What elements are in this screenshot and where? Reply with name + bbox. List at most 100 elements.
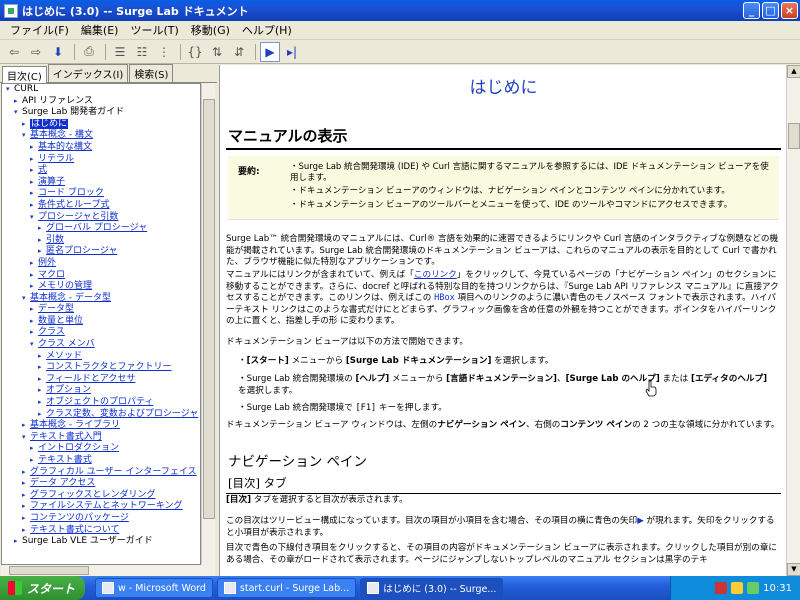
content-vertical-scrollbar[interactable]: ▲ ▼ [786, 65, 800, 576]
task-word[interactable]: w - Microsoft Word [95, 578, 213, 598]
tree-item-label[interactable]: 演算子 [38, 177, 65, 187]
close-icon[interactable]: × [781, 2, 798, 19]
tree-item-label[interactable]: 条件式とループ式 [38, 200, 109, 210]
tree-item-label[interactable]: 基本概念 - ライブラリ [30, 420, 120, 430]
tree-item[interactable]: ▸ テキスト書式について [2, 525, 200, 537]
scroll-down-icon[interactable]: ▼ [787, 563, 800, 576]
collapse-arrow-icon[interactable]: ▸ [22, 490, 30, 502]
tree-item-label[interactable]: オプション [46, 385, 91, 395]
tree-item-label[interactable]: グローバル プロシージャ [46, 223, 147, 233]
title-bar[interactable]: はじめに (3.0) -- Surge Lab ドキュメント _ □ × [0, 0, 800, 21]
tree-item[interactable]: ▸ 例外 [2, 258, 200, 270]
tree-item[interactable]: ▸ 条件式とループ式 [2, 200, 200, 212]
tree-item-label[interactable]: オブジェクトのプロパティ [46, 397, 153, 407]
expand-arrow-icon[interactable]: ▾ [22, 293, 30, 305]
step-icon[interactable]: ▸| [282, 42, 302, 62]
hbox-docref-link[interactable]: HBox [434, 293, 455, 303]
tree-item-label[interactable]: CURL [14, 84, 38, 94]
tree-item-label[interactable]: コード ブロック [38, 188, 104, 198]
collapse-arrow-icon[interactable]: ▸ [30, 327, 38, 339]
tray-volume-icon[interactable] [747, 582, 760, 594]
tree-item[interactable]: ▸ 数量と単位 [2, 316, 200, 328]
tree-item[interactable]: ▾ CURL [2, 84, 200, 96]
tree-item-label[interactable]: テキスト書式入門 [30, 432, 102, 442]
collapse-arrow-icon[interactable]: ▸ [30, 142, 38, 154]
collapse-arrow-icon[interactable]: ▸ [38, 409, 46, 421]
home-icon[interactable]: ⬇ [48, 42, 68, 62]
tree-item-label[interactable]: リテラル [38, 154, 74, 164]
tree-item[interactable]: ▸ 式 [2, 165, 200, 177]
tree-item[interactable]: ▸ メモリの管理 [2, 281, 200, 293]
tree-item-label[interactable]: 基本的な構文 [38, 142, 92, 152]
tree-item-label[interactable]: メソッド [46, 351, 82, 361]
tree-item[interactable]: ▾ クラス メンバ [2, 339, 200, 351]
tree-item-label[interactable]: Surge Lab VLE ユーザーガイド [22, 536, 153, 546]
sort-az-icon[interactable]: ⇵ [229, 42, 249, 62]
tree-item[interactable]: ▸ コンストラクタとファクトリー [2, 362, 200, 374]
expand-arrow-icon[interactable]: ▾ [14, 107, 22, 119]
collapse-arrow-icon[interactable]: ▸ [30, 281, 38, 293]
tree-item-label[interactable]: 匿名プロシージャ [46, 246, 117, 256]
collapse-arrow-icon[interactable]: ▸ [22, 513, 30, 525]
tree-item[interactable]: ▸ データ アクセス [2, 478, 200, 490]
scrollbar-thumb[interactable] [203, 99, 215, 519]
clock[interactable]: 10:31 [763, 583, 792, 594]
tree-item[interactable]: ▸ 演算子 [2, 177, 200, 189]
collapse-arrow-icon[interactable]: ▸ [30, 165, 38, 177]
play-icon[interactable]: ▶ [260, 41, 280, 62]
collapse-arrow-icon[interactable]: ▸ [30, 200, 38, 212]
tree-item-label[interactable]: クラス定数、変数およびプロシージャ [46, 409, 198, 419]
collapse-arrow-icon[interactable]: ▸ [38, 385, 46, 397]
nav-vertical-scrollbar[interactable] [201, 83, 215, 565]
tab-index[interactable]: インデックス(I) [47, 64, 129, 82]
print-icon[interactable]: ⎙ [79, 42, 99, 62]
tree-item-label[interactable]: イントロダクション [38, 443, 119, 453]
task-documentation[interactable]: はじめに (3.0) -- Surge... [360, 578, 504, 598]
tree-item-label[interactable]: データ アクセス [30, 478, 95, 488]
tree-item-label[interactable]: 引数 [46, 235, 64, 245]
tree-item-label[interactable]: 式 [38, 165, 47, 175]
collapse-arrow-icon[interactable]: ▸ [14, 96, 22, 108]
menu-file[interactable]: ファイル(F) [4, 22, 75, 38]
tree-item[interactable]: ▾ 基本概念 - データ型 [2, 293, 200, 305]
tree-item[interactable]: ▸ 引数 [2, 235, 200, 247]
nav-horizontal-scrollbar[interactable] [1, 565, 215, 576]
collapse-arrow-icon[interactable]: ▸ [22, 119, 30, 131]
collapse-arrow-icon[interactable]: ▸ [14, 536, 22, 548]
tree-item-label[interactable]: フィールドとアクセサ [46, 374, 135, 384]
menu-go[interactable]: 移動(G) [185, 22, 236, 38]
collapse-arrow-icon[interactable]: ▸ [38, 235, 46, 247]
collapse-arrow-icon[interactable]: ▸ [22, 501, 30, 513]
expand-arrow-icon[interactable]: ▾ [30, 212, 38, 224]
tree-item[interactable]: ▸ フィールドとアクセサ [2, 374, 200, 386]
task-start-curl[interactable]: start.curl - Surge Lab... [216, 578, 357, 598]
collapse-arrow-icon[interactable]: ▸ [30, 154, 38, 166]
scroll-up-icon[interactable]: ▲ [787, 65, 800, 78]
tree-item[interactable]: ▸ クラス [2, 327, 200, 339]
tree-item[interactable]: ▸ 基本概念 - ライブラリ [2, 420, 200, 432]
expand-arrow-icon[interactable]: ▾ [6, 84, 14, 96]
tab-contents[interactable]: 目次(C) [2, 66, 47, 83]
collapse-arrow-icon[interactable]: ▸ [38, 374, 46, 386]
collapse-arrow-icon[interactable]: ▸ [30, 304, 38, 316]
minimize-icon[interactable]: _ [743, 2, 760, 19]
tree-item[interactable]: ▸ クラス定数、変数およびプロシージャ [2, 409, 200, 421]
tree-item[interactable]: ▸ グローバル プロシージャ [2, 223, 200, 235]
expand-arrow-icon[interactable]: ▾ [22, 130, 30, 142]
collapse-arrow-icon[interactable]: ▸ [30, 188, 38, 200]
start-button[interactable]: スタート [0, 576, 85, 600]
tray-app-icon[interactable] [715, 582, 728, 594]
tree-item-label[interactable]: コンテンツのパッケージ [30, 513, 129, 523]
expand-arrow-icon[interactable]: ▾ [22, 432, 30, 444]
tree-item-label[interactable]: 基本概念 - データ型 [30, 293, 111, 303]
collapse-arrow-icon[interactable]: ▸ [22, 478, 30, 490]
collapse-arrow-icon[interactable]: ▸ [38, 223, 46, 235]
tree-item[interactable]: ▸ 匿名プロシージャ [2, 246, 200, 258]
tree-item-label[interactable]: 数量と単位 [38, 316, 83, 326]
tree-item[interactable]: ▸ オブジェクトのプロパティ [2, 397, 200, 409]
collapse-arrow-icon[interactable]: ▸ [38, 397, 46, 409]
tree-item-label[interactable]: API リファレンス [22, 96, 93, 106]
tree-item[interactable]: ▸ マクロ [2, 270, 200, 282]
tree-item-label[interactable]: グラフィカル ユーザー インターフェイス [30, 467, 197, 477]
tree-item-label[interactable]: データ型 [38, 304, 74, 314]
